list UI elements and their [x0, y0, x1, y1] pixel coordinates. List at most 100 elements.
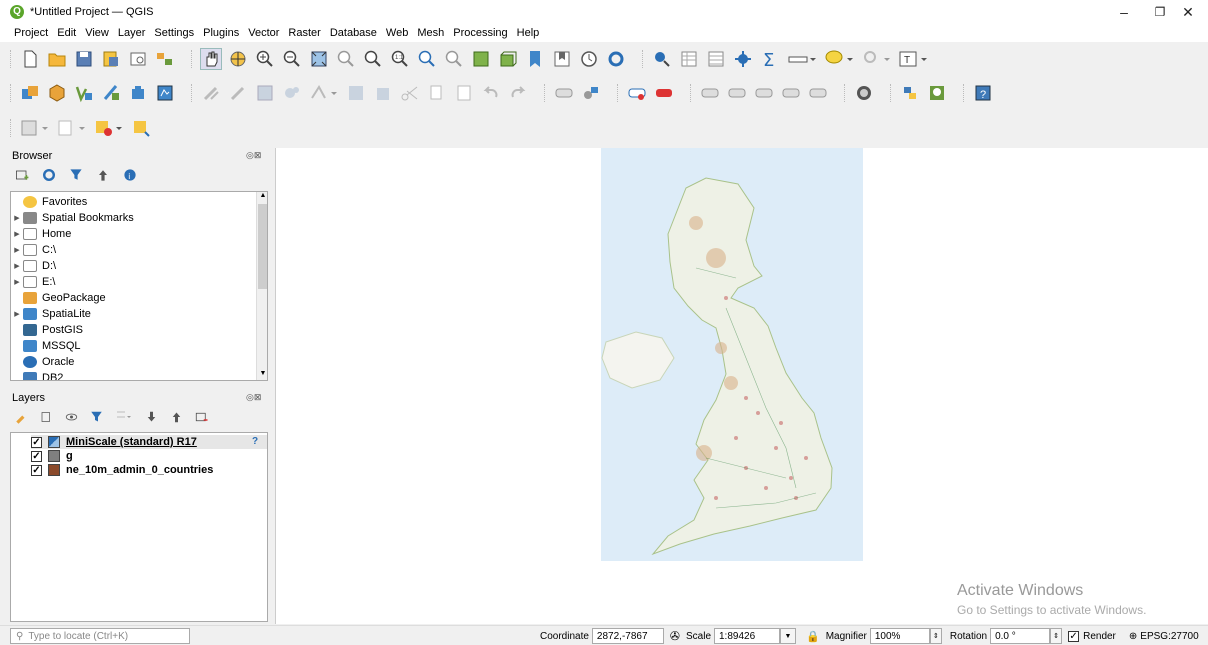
browser-item[interactable]: Favorites	[11, 194, 267, 210]
sigma-stats-icon[interactable]: Σ	[759, 48, 781, 70]
expand-arrow-icon[interactable]: ▶	[11, 310, 23, 318]
browser-scrollbar[interactable]: ▲ ▼	[256, 192, 267, 380]
digitize-icon[interactable]	[281, 82, 303, 104]
current-edits-icon[interactable]	[200, 82, 222, 104]
undo-icon[interactable]	[480, 82, 502, 104]
locator-search-input[interactable]: ⚲ Type to locate (Ctrl+K)	[10, 628, 190, 644]
browser-panel-float-close-icon[interactable]: ◎⊠	[246, 150, 261, 161]
menu-vector[interactable]: Vector	[248, 27, 279, 39]
zoom-next-icon[interactable]	[443, 48, 465, 70]
new-map-view-icon[interactable]	[470, 48, 492, 70]
layer-visibility-checkbox[interactable]: ✓	[31, 464, 42, 476]
browser-item[interactable]: GeoPackage	[11, 290, 267, 306]
processing-toolbox-icon[interactable]	[732, 48, 754, 70]
magnifier-spinner[interactable]: ⇕	[929, 628, 942, 644]
style-manager-icon[interactable]	[154, 48, 176, 70]
change-label-icon[interactable]	[753, 82, 775, 104]
rotate-label-icon[interactable]	[726, 82, 748, 104]
layer-visibility-checkbox[interactable]: ✓	[31, 436, 42, 448]
crs-globe-icon[interactable]: ⊕	[1129, 631, 1137, 642]
layer-row[interactable]: ✓ g	[31, 449, 267, 463]
expand-all-icon[interactable]	[144, 408, 159, 426]
scale-field[interactable]: 1:89426	[714, 628, 780, 644]
zoom-last-icon[interactable]	[416, 48, 438, 70]
add-spatialite-layer-icon[interactable]	[100, 82, 122, 104]
close-button[interactable]: ✕	[1168, 0, 1208, 24]
magnifier-field[interactable]: 100%	[869, 628, 930, 644]
new-project-icon[interactable]	[19, 48, 41, 70]
measure-line-icon[interactable]	[786, 48, 818, 70]
open-attribute-table-icon[interactable]	[678, 48, 700, 70]
label-properties-icon[interactable]	[807, 82, 829, 104]
vertex-tool-icon[interactable]	[308, 82, 340, 104]
menu-layer[interactable]: Layer	[118, 27, 146, 39]
collapse-all-layers-icon[interactable]	[169, 408, 184, 426]
expand-arrow-icon[interactable]: ▶	[11, 246, 23, 254]
new-geopackage-layer-icon[interactable]	[46, 82, 68, 104]
new-3d-view-icon[interactable]	[497, 48, 519, 70]
select-features-icon[interactable]	[19, 117, 51, 139]
remove-layer-icon[interactable]	[194, 408, 209, 426]
toggle-extents-icon[interactable]: ✇	[670, 629, 680, 643]
menu-project[interactable]: Project	[14, 27, 48, 39]
refresh-browser-icon[interactable]	[41, 166, 57, 184]
save-project-icon[interactable]	[73, 48, 95, 70]
minimize-button[interactable]: –	[1104, 0, 1144, 24]
add-wms-layer-icon[interactable]	[154, 82, 176, 104]
menu-help[interactable]: Help	[517, 27, 540, 39]
expand-arrow-icon[interactable]: ▶	[11, 278, 23, 286]
show-hide-labels-icon[interactable]	[780, 82, 802, 104]
menu-raster[interactable]: Raster	[288, 27, 320, 39]
pan-to-selection-icon[interactable]	[227, 48, 249, 70]
zoom-native-icon[interactable]: 1:1	[389, 48, 411, 70]
statistical-summary-icon[interactable]	[705, 48, 727, 70]
browser-item[interactable]: ▶ D:\	[11, 258, 267, 274]
collapse-all-icon[interactable]	[95, 166, 111, 184]
cut-features-icon[interactable]	[399, 82, 421, 104]
layers-panel-float-close-icon[interactable]: ◎⊠	[246, 392, 261, 403]
select-all-icon[interactable]	[130, 117, 152, 139]
show-bookmarks-icon[interactable]	[551, 48, 573, 70]
rotation-spinner[interactable]: ⇕	[1050, 628, 1063, 644]
rotation-field[interactable]: 0.0 °	[990, 628, 1051, 644]
manage-map-themes-icon[interactable]	[64, 408, 79, 426]
browser-item[interactable]: ▶ C:\	[11, 242, 267, 258]
filter-legend-icon[interactable]	[89, 408, 104, 426]
label-toolbar-icon[interactable]	[553, 82, 575, 104]
scale-dropdown-icon[interactable]: ▼	[780, 628, 796, 644]
add-group-icon[interactable]	[39, 408, 54, 426]
layer-row[interactable]: ✓ ne_10m_admin_0_countries	[31, 463, 267, 477]
temporal-controller-icon[interactable]	[578, 48, 600, 70]
browser-item[interactable]: DB2	[11, 370, 267, 380]
delete-selected-icon[interactable]	[372, 82, 394, 104]
menu-plugins[interactable]: Plugins	[203, 27, 239, 39]
locator-search-icon[interactable]	[860, 48, 892, 70]
paste-features-icon[interactable]	[453, 82, 475, 104]
highlight-labels-icon[interactable]	[653, 82, 675, 104]
open-project-icon[interactable]	[46, 48, 68, 70]
plugin-globe-icon[interactable]	[853, 82, 875, 104]
add-selected-layers-icon[interactable]	[14, 166, 30, 184]
menu-edit[interactable]: Edit	[57, 27, 76, 39]
layer-warning-icon[interactable]: ?	[252, 436, 258, 447]
pan-map-icon[interactable]	[200, 48, 222, 70]
save-as-icon[interactable]	[100, 48, 122, 70]
filter-by-expression-icon[interactable]	[114, 408, 134, 426]
map-tips-icon[interactable]	[823, 48, 855, 70]
browser-item[interactable]: MSSQL	[11, 338, 267, 354]
layer-symbol-swatch[interactable]	[48, 464, 60, 476]
zoom-full-icon[interactable]	[308, 48, 330, 70]
modify-attributes-icon[interactable]	[345, 82, 367, 104]
help-icon[interactable]: ?	[972, 82, 994, 104]
move-label-icon[interactable]	[699, 82, 721, 104]
browser-item[interactable]: ▶ Home	[11, 226, 267, 242]
menu-database[interactable]: Database	[330, 27, 377, 39]
browser-item[interactable]: ▶ SpatiaLite	[11, 306, 267, 322]
new-print-layout-icon[interactable]	[127, 48, 149, 70]
python-console-icon[interactable]	[899, 82, 921, 104]
identify-features-icon[interactable]	[651, 48, 673, 70]
refresh-icon[interactable]	[605, 48, 627, 70]
coordinate-field[interactable]: 2872,-7867	[591, 628, 664, 644]
browser-item[interactable]: ▶ Spatial Bookmarks	[11, 210, 267, 226]
map-canvas[interactable]	[275, 148, 1208, 624]
